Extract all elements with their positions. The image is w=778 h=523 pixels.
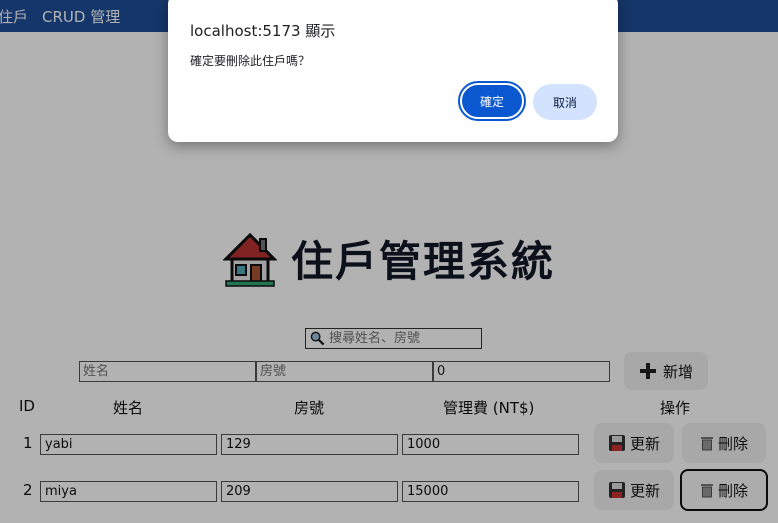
confirm-dialog: localhost:5173 顯示 確定要刪除此住戶嗎？ 確定 取消 [168, 0, 618, 142]
confirm-ok-button[interactable]: 確定 [458, 81, 526, 121]
dialog-message: 確定要刪除此住戶嗎？ [190, 54, 311, 68]
dialog-title: localhost:5173 顯示 [190, 22, 336, 40]
confirm-cancel-button[interactable]: 取消 [533, 84, 597, 120]
